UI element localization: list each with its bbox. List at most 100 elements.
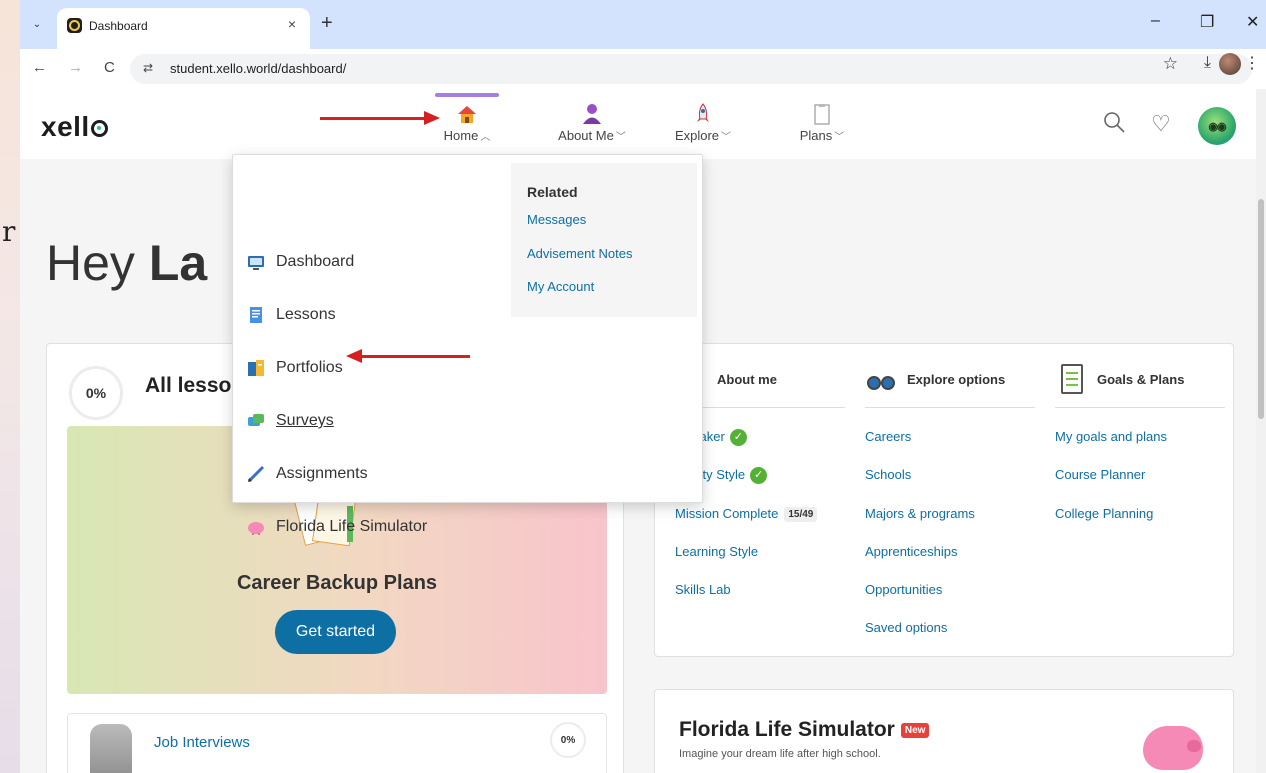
related-heading: Related — [527, 184, 578, 200]
document-icon — [250, 307, 262, 323]
piggy-bank-icon — [248, 522, 264, 535]
link-my-goals[interactable]: My goals and plans — [1055, 429, 1167, 444]
checkmark-icon: ✓ — [750, 467, 768, 485]
simulator-subtitle: Imagine your dream life after high schoo… — [679, 748, 881, 760]
close-window-button[interactable]: ✕ — [1246, 12, 1259, 32]
link-skills-lab[interactable]: Skills Lab — [675, 582, 731, 597]
link-saved-options[interactable]: Saved options — [865, 620, 947, 635]
clipboard-icon — [814, 104, 830, 125]
background-glyph: r — [2, 215, 16, 248]
goals-header: Goals & Plans — [1055, 364, 1225, 408]
bookmark-star-icon[interactable]: ☆ — [1163, 54, 1178, 74]
tab-bar: ⌄ Dashboard × + – ❐ ✕ — [20, 0, 1266, 49]
lesson-row-label[interactable]: Job Interviews — [154, 734, 250, 751]
piggy-bank-icon — [1143, 726, 1203, 770]
tab-close-icon[interactable]: × — [288, 16, 296, 32]
menu-item-portfolios[interactable]: Portfolios — [247, 353, 343, 383]
nav-home-label: Home — [443, 128, 479, 143]
browser-window: ⌄ Dashboard × + – ❐ ✕ ← → C ⇄ student.xe… — [20, 0, 1266, 773]
checkmark-icon: ✓ — [729, 429, 747, 447]
link-mission-complete[interactable]: Mission Complete 15/49 — [675, 506, 818, 523]
search-icon[interactable] — [1103, 111, 1125, 133]
nav-plans[interactable]: Plans ﹀ — [782, 97, 862, 155]
link-schools[interactable]: Schools — [865, 467, 911, 482]
menu-item-label: Portfolios — [276, 359, 343, 376]
site-info-icon[interactable]: ⇄ — [143, 61, 153, 75]
browser-menu-icon[interactable]: ⋮ — [1244, 53, 1260, 73]
heart-icon[interactable]: ♡ — [1151, 113, 1171, 135]
nav-home[interactable]: Home ︿ — [427, 97, 507, 155]
annotation-arrow-right — [320, 111, 440, 125]
menu-item-lessons[interactable]: Lessons — [247, 300, 336, 330]
link-apprenticeships[interactable]: Apprenticeships — [865, 544, 958, 559]
app-header: xell Home ︿ About Me ﹀ Explore ﹀ Plans ﹀… — [20, 89, 1266, 159]
link-majors-programs[interactable]: Majors & programs — [865, 506, 975, 521]
house-icon — [458, 106, 476, 123]
page-scrollbar[interactable] — [1256, 89, 1266, 773]
pencil-icon — [247, 465, 265, 483]
rocket-icon — [697, 103, 709, 122]
menu-item-dashboard[interactable]: Dashboard — [247, 247, 354, 277]
nav-explore-label: Explore — [674, 128, 720, 143]
left-background-strip: r — [0, 0, 20, 773]
xello-favicon-icon — [67, 18, 82, 33]
link-messages[interactable]: Messages — [527, 212, 586, 227]
menu-item-life-simulator[interactable]: Florida Life Simulator — [247, 512, 427, 542]
chevron-down-icon: ﹀ — [834, 132, 845, 143]
url-text[interactable]: student.xello.world/dashboard/ — [170, 61, 346, 76]
nav-plans-label: Plans — [799, 128, 833, 143]
explore-heading: Explore options — [907, 372, 1006, 387]
back-button[interactable]: ← — [32, 59, 47, 76]
tab-dashboard[interactable]: Dashboard × — [57, 8, 310, 49]
link-course-planner[interactable]: Course Planner — [1055, 467, 1145, 482]
menu-item-assignments[interactable]: Assignments — [247, 459, 368, 489]
menu-item-label: Surveys — [276, 412, 334, 429]
mission-count-badge: 15/49 — [784, 507, 818, 523]
link-college-planning[interactable]: College Planning — [1055, 506, 1153, 521]
xello-logo[interactable]: xell — [41, 111, 108, 143]
link-my-account[interactable]: My Account — [527, 279, 594, 294]
checklist-icon — [1061, 364, 1083, 394]
annotation-arrow-left — [346, 349, 470, 363]
restore-button[interactable]: ❐ — [1200, 12, 1214, 32]
lesson-row-progress: 0% — [550, 722, 586, 758]
avatar-glasses: ◉◉ — [1208, 120, 1226, 133]
user-avatar[interactable]: ◉◉ — [1198, 107, 1236, 145]
forward-button[interactable]: → — [68, 59, 83, 76]
chevron-down-icon: ﹀ — [721, 132, 732, 143]
home-dropdown-menu: Dashboard Lessons Portfolios Surveys Ass… — [232, 154, 703, 535]
explore-header: Explore options — [865, 364, 1035, 408]
tab-search-button[interactable]: ⌄ — [26, 13, 48, 35]
page-title: Hey La — [46, 235, 208, 291]
browser-profile-avatar[interactable] — [1219, 53, 1241, 75]
address-bar[interactable]: ⇄ student.xello.world/dashboard/ — [130, 54, 1252, 84]
lessons-heading[interactable]: All lesso — [145, 374, 231, 398]
browser-toolbar: ← → C ⇄ student.xello.world/dashboard/ ☆… — [20, 49, 1266, 89]
chevron-down-icon: ﹀ — [615, 132, 626, 143]
scrollbar-thumb[interactable] — [1258, 199, 1264, 419]
new-badge: New — [900, 722, 930, 738]
link-careers[interactable]: Careers — [865, 429, 911, 444]
survey-icon — [248, 414, 264, 426]
nav-explore[interactable]: Explore ﹀ — [663, 97, 743, 155]
reload-button[interactable]: C — [104, 59, 115, 76]
simulator-title: Florida Life Simulator New — [679, 718, 930, 742]
binoculars-icon — [867, 374, 897, 390]
menu-item-label: Assignments — [276, 465, 368, 482]
lesson-row[interactable]: Job Interviews 0% — [67, 713, 607, 773]
simulator-card[interactable]: Florida Life Simulator New Imagine your d… — [654, 689, 1234, 773]
nav-about-me-label: About Me — [558, 128, 614, 143]
menu-item-label: Florida Life Simulator — [276, 518, 428, 535]
menu-item-surveys[interactable]: Surveys — [247, 406, 334, 436]
nav-about-me[interactable]: About Me ﹀ — [542, 97, 642, 155]
page-content: xell Home ︿ About Me ﹀ Explore ﹀ Plans ﹀… — [20, 89, 1266, 773]
chevron-up-icon: ︿ — [480, 132, 491, 143]
tab-title: Dashboard — [89, 19, 148, 33]
download-icon[interactable]: ⤓ — [1204, 54, 1211, 72]
link-learning-style[interactable]: Learning Style — [675, 544, 758, 559]
minimize-button[interactable]: – — [1151, 12, 1160, 30]
get-started-button[interactable]: Get started — [275, 610, 396, 654]
link-opportunities[interactable]: Opportunities — [865, 582, 942, 597]
new-tab-button[interactable]: + — [321, 12, 333, 35]
link-advisement-notes[interactable]: Advisement Notes — [527, 246, 633, 261]
